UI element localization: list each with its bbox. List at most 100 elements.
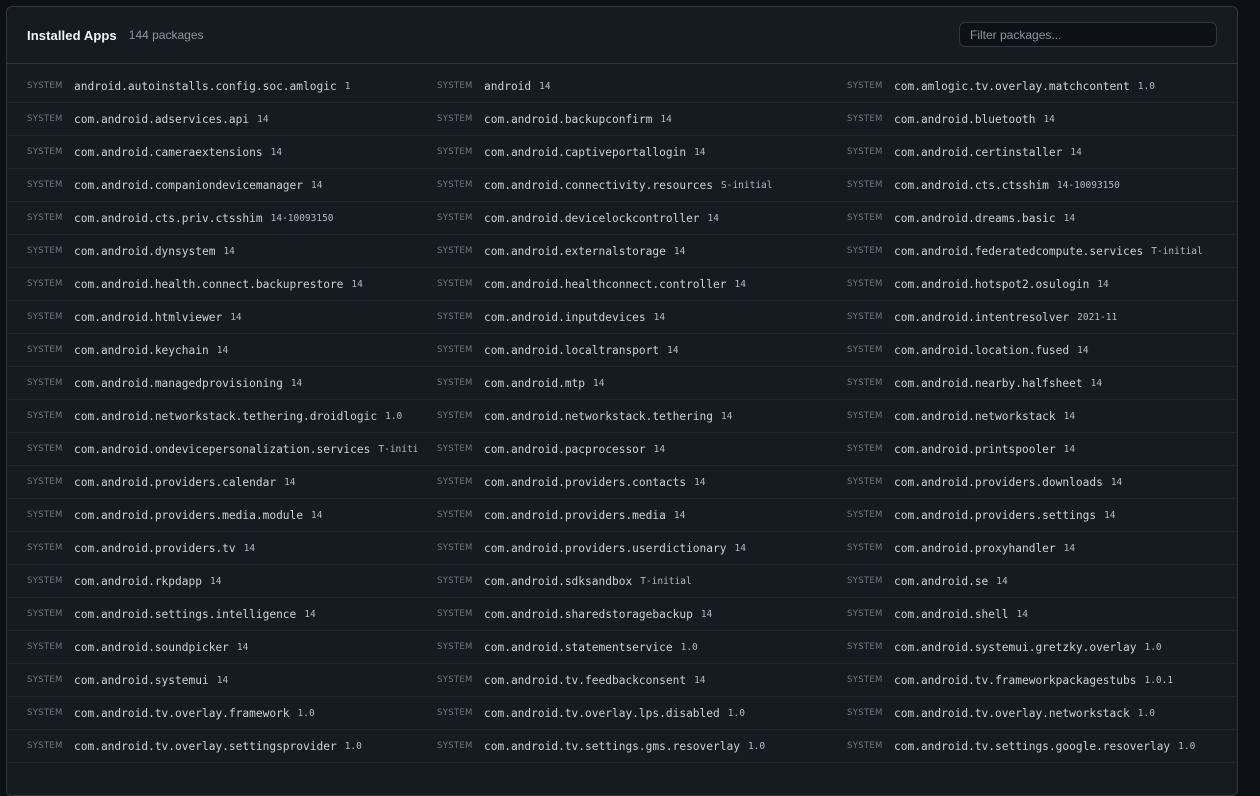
package-name: com.android.bluetooth — [894, 112, 1036, 126]
package-item[interactable]: SYSTEM com.android.hotspot2.osulogin 14 — [827, 268, 1237, 300]
package-item[interactable]: SYSTEM com.android.keychain 14 — [7, 334, 417, 366]
package-item[interactable]: SYSTEM com.android.nearby.halfsheet 14 — [827, 367, 1237, 399]
package-item[interactable]: SYSTEM com.android.providers.calendar 14 — [7, 466, 417, 498]
package-item[interactable]: SYSTEM com.android.externalstorage 14 — [417, 235, 827, 267]
package-item[interactable]: SYSTEM com.android.tv.frameworkpackagestu… — [827, 664, 1237, 696]
package-item[interactable]: SYSTEM com.android.networkstack.tethering… — [417, 400, 827, 432]
package-name: com.android.externalstorage — [484, 244, 666, 258]
package-name: com.android.tv.settings.google.resoverla… — [894, 739, 1171, 753]
package-item[interactable]: SYSTEM com.android.systemui 14 — [7, 664, 417, 696]
system-badge: SYSTEM — [847, 114, 883, 124]
package-item[interactable]: SYSTEM com.android.providers.media 14 — [417, 499, 827, 531]
package-item[interactable]: SYSTEM com.android.cameraextensions 14 — [7, 136, 417, 168]
package-item[interactable]: SYSTEM com.android.tv.settings.google.res… — [827, 730, 1237, 762]
package-item[interactable]: SYSTEM com.android.tv.feedbackconsent 14 — [417, 664, 827, 696]
package-name: com.android.providers.calendar — [74, 475, 277, 489]
package-item[interactable]: SYSTEM com.android.providers.downloads 14 — [827, 466, 1237, 498]
package-name: com.android.tv.overlay.settingsprovider — [74, 739, 337, 753]
package-name: com.android.networkstack.tethering.droid… — [74, 409, 378, 423]
package-version: 14 — [667, 344, 679, 356]
package-version: 1.0 — [680, 641, 698, 653]
package-item[interactable]: SYSTEM com.android.providers.settings 14 — [827, 499, 1237, 531]
system-badge: SYSTEM — [437, 708, 473, 718]
package-item[interactable]: SYSTEM com.android.providers.contacts 14 — [417, 466, 827, 498]
package-item[interactable]: SYSTEM com.android.intentresolver 2021-11 — [827, 301, 1237, 333]
package-version: 14 — [243, 542, 256, 554]
package-row: SYSTEM com.android.providers.media.module… — [7, 499, 1237, 532]
package-name: com.android.mtp — [484, 376, 586, 390]
package-item[interactable]: SYSTEM android 14 — [417, 70, 827, 102]
package-name: android — [484, 79, 532, 93]
package-item[interactable]: SYSTEM com.android.cts.priv.ctsshim 14-100… — [7, 202, 417, 234]
package-item[interactable]: SYSTEM com.android.tv.overlay.lps.disable… — [417, 697, 827, 729]
system-badge: SYSTEM — [27, 312, 63, 322]
package-item[interactable]: SYSTEM com.android.tv.overlay.settingspro… — [7, 730, 417, 762]
package-item[interactable]: SYSTEM com.android.proxyhandler 14 — [827, 532, 1237, 564]
package-item[interactable]: SYSTEM com.android.certinstaller 14 — [827, 136, 1237, 168]
package-name: com.android.se — [894, 574, 989, 588]
package-item[interactable]: SYSTEM com.android.settings.intelligence 1… — [7, 598, 417, 630]
package-item[interactable]: SYSTEM com.android.htmlviewer 14 — [7, 301, 417, 333]
package-item[interactable]: SYSTEM com.android.networkstack 14 — [827, 400, 1237, 432]
package-item[interactable]: SYSTEM com.android.ondevicepersonalizatio… — [7, 433, 417, 465]
package-item[interactable]: SYSTEM com.android.shell 14 — [827, 598, 1237, 630]
package-item[interactable]: SYSTEM com.android.providers.media.module… — [7, 499, 417, 531]
package-name: android.autoinstalls.config.soc.amlogic — [74, 79, 337, 93]
package-version: 14 — [1070, 146, 1082, 158]
package-name: com.android.providers.media — [484, 508, 666, 522]
package-item[interactable]: SYSTEM com.android.tv.settings.gms.resove… — [417, 730, 827, 762]
package-item[interactable]: SYSTEM com.android.tv.overlay.framework 1.… — [7, 697, 417, 729]
package-item[interactable]: SYSTEM com.android.providers.userdictiona… — [417, 532, 827, 564]
package-item[interactable]: SYSTEM com.android.localtransport 14 — [417, 334, 827, 366]
package-item[interactable]: SYSTEM com.android.cts.ctsshim 14-10093150 — [827, 169, 1237, 201]
system-badge: SYSTEM — [437, 312, 473, 322]
package-version: 14 — [1063, 410, 1076, 422]
package-version: 1.0 — [385, 410, 403, 422]
package-version: 14 — [290, 377, 303, 389]
package-item[interactable]: SYSTEM com.android.soundpicker 14 — [7, 631, 417, 663]
package-item[interactable]: SYSTEM com.android.health.connect.backupr… — [7, 268, 417, 300]
package-item[interactable]: SYSTEM com.android.inputdevices 14 — [417, 301, 827, 333]
package-item[interactable]: SYSTEM com.android.rkpdapp 14 — [7, 565, 417, 597]
package-version: 14 — [351, 278, 363, 290]
package-item[interactable]: SYSTEM com.android.federatedcompute.servi… — [827, 235, 1237, 267]
package-version: 1.0 — [1144, 641, 1162, 653]
package-item[interactable]: SYSTEM com.android.companiondevicemanager… — [7, 169, 417, 201]
package-item[interactable]: SYSTEM com.android.networkstack.tethering… — [7, 400, 417, 432]
package-item[interactable]: SYSTEM com.android.managedprovisioning 14 — [7, 367, 417, 399]
package-item[interactable]: SYSTEM com.android.dynsystem 14 — [7, 235, 417, 267]
package-item[interactable]: SYSTEM com.android.tv.overlay.networkstac… — [827, 697, 1237, 729]
package-item[interactable]: SYSTEM com.android.statementservice 1.0 — [417, 631, 827, 663]
package-item[interactable]: SYSTEM com.android.sdksandbox T-initial — [417, 565, 827, 597]
filter-packages-input[interactable] — [959, 22, 1217, 47]
package-item[interactable]: SYSTEM com.android.connectivity.resources… — [417, 169, 827, 201]
package-item[interactable]: SYSTEM android.autoinstalls.config.soc.am… — [7, 70, 417, 102]
package-item[interactable]: SYSTEM com.android.backupconfirm 14 — [417, 103, 827, 135]
package-item[interactable]: SYSTEM com.android.systemui.gretzky.overl… — [827, 631, 1237, 663]
package-item[interactable]: SYSTEM com.android.pacprocessor 14 — [417, 433, 827, 465]
package-item[interactable]: SYSTEM com.android.devicelockcontroller 14 — [417, 202, 827, 234]
package-item[interactable]: SYSTEM com.android.se 14 — [827, 565, 1237, 597]
package-item[interactable]: SYSTEM com.android.captiveportallogin 14 — [417, 136, 827, 168]
package-version: 14 — [216, 344, 229, 356]
system-badge: SYSTEM — [847, 741, 883, 751]
package-item[interactable]: SYSTEM com.android.printspooler 14 — [827, 433, 1237, 465]
package-name: com.android.federatedcompute.services — [894, 244, 1144, 258]
package-item[interactable]: SYSTEM com.android.mtp 14 — [417, 367, 827, 399]
package-item[interactable]: SYSTEM com.android.adservices.api 14 — [7, 103, 417, 135]
package-name: com.android.location.fused — [894, 343, 1070, 357]
package-version: 14 — [653, 311, 666, 323]
package-item[interactable]: SYSTEM com.android.location.fused 14 — [827, 334, 1237, 366]
package-version: 14 — [257, 113, 269, 125]
package-version: T-initia — [378, 443, 417, 455]
package-item[interactable]: SYSTEM com.android.dreams.basic 14 — [827, 202, 1237, 234]
package-item[interactable]: SYSTEM com.android.healthconnect.controll… — [417, 268, 827, 300]
package-item[interactable]: SYSTEM com.android.sharedstoragebackup 14 — [417, 598, 827, 630]
package-item[interactable]: SYSTEM com.android.providers.tv 14 — [7, 532, 417, 564]
package-name: com.android.printspooler — [894, 442, 1056, 456]
package-row: SYSTEM com.android.managedprovisioning 14 S… — [7, 367, 1237, 400]
package-item[interactable]: SYSTEM com.android.bluetooth 14 — [827, 103, 1237, 135]
system-badge: SYSTEM — [847, 411, 883, 421]
package-version: 1.0 — [344, 740, 362, 752]
package-item[interactable]: SYSTEM com.amlogic.tv.overlay.matchconten… — [827, 70, 1237, 102]
